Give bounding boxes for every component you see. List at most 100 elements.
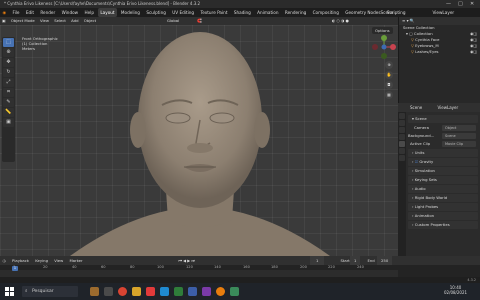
- tab-shading[interactable]: Shading: [231, 8, 253, 17]
- minimize-button[interactable]: —: [446, 0, 451, 8]
- visibility-eye-icon[interactable]: ◉◫: [470, 49, 477, 55]
- transform-icon[interactable]: ⌗: [3, 88, 14, 97]
- menu-select[interactable]: Select: [52, 17, 68, 25]
- tab-uv-editing[interactable]: UV Editing: [170, 8, 197, 17]
- timeline-track[interactable]: [0, 270, 398, 277]
- section-simulation[interactable]: › Simulation: [408, 167, 478, 175]
- section-custom-properties[interactable]: › Custom Properties: [408, 221, 478, 229]
- maximize-button[interactable]: □: [458, 0, 463, 8]
- pan-hand-icon[interactable]: ✋: [385, 71, 393, 79]
- windows-start-icon[interactable]: [5, 287, 14, 296]
- tab-rendering[interactable]: Rendering: [282, 8, 308, 17]
- timeline-editor-icon[interactable]: ◷: [0, 256, 8, 265]
- collection-icon: ▾ ▢: [406, 31, 414, 36]
- properties-header: Scene ViewLayer: [398, 103, 480, 112]
- menu-view[interactable]: View: [38, 17, 51, 25]
- task-view-icon[interactable]: [90, 287, 99, 296]
- end-field[interactable]: 250: [377, 256, 393, 265]
- file-explorer-icon[interactable]: [104, 287, 113, 296]
- section-gravity[interactable]: › ☑ Gravity: [408, 158, 478, 166]
- app-icon[interactable]: [174, 287, 183, 296]
- tab-modeling[interactable]: Modeling: [118, 8, 142, 17]
- 3d-viewport[interactable]: Options Front Orthographic (1) Collectio…: [0, 25, 398, 256]
- outliner-row-lashes[interactable]: ▽ Lashes/Eyes ◉◫: [399, 49, 480, 55]
- close-button[interactable]: ✕: [470, 0, 474, 8]
- output-tab-icon[interactable]: [399, 127, 405, 133]
- section-scene[interactable]: ▾ Scene: [408, 115, 478, 123]
- select-box-icon[interactable]: ⬚: [3, 38, 14, 47]
- editor-type-icon[interactable]: ▣: [0, 17, 8, 25]
- scale-icon[interactable]: ⤢: [3, 78, 14, 87]
- taskbar-search-input[interactable]: ⌕ Pesquisar: [22, 286, 78, 297]
- app-icon[interactable]: [202, 287, 211, 296]
- menu-add[interactable]: Add: [69, 17, 80, 25]
- camera-icon[interactable]: ◘: [385, 81, 393, 89]
- section-light-probes[interactable]: › Light Probes: [408, 203, 478, 211]
- tab-animation[interactable]: Animation: [255, 8, 281, 17]
- section-keying-sets[interactable]: › Keying Sets: [408, 176, 478, 184]
- mail-icon[interactable]: [146, 287, 155, 296]
- view-layer-tab-icon[interactable]: [399, 134, 405, 140]
- version-label: 4.3.2: [467, 278, 476, 282]
- menu-file[interactable]: File: [10, 8, 22, 17]
- chrome-icon[interactable]: [118, 287, 127, 296]
- add-cube-icon[interactable]: ▣: [3, 118, 14, 127]
- camera-field[interactable]: Object: [442, 125, 476, 131]
- playback-controls[interactable]: ⏮ ◀ ▶ ⏭: [176, 256, 197, 265]
- active-clip-field[interactable]: Movie Clip: [442, 141, 476, 147]
- rotate-icon[interactable]: ↻: [3, 68, 14, 77]
- annotate-icon[interactable]: ✎: [3, 98, 14, 107]
- navigation-gizmo[interactable]: [372, 35, 396, 59]
- menu-playback[interactable]: Playback: [10, 256, 32, 265]
- view-layer-selector[interactable]: ViewLayer: [430, 8, 457, 17]
- options-button[interactable]: Options: [372, 27, 393, 34]
- scene-tab-icon[interactable]: [399, 141, 405, 147]
- snap-icon[interactable]: 🧲: [195, 17, 204, 25]
- cursor-icon[interactable]: ⊕: [3, 48, 14, 57]
- scene-selector[interactable]: Scene: [378, 8, 396, 17]
- mode-dropdown[interactable]: Object Mode: [9, 17, 37, 25]
- section-rigid-body-world[interactable]: › Rigid Body World: [408, 194, 478, 202]
- section-units[interactable]: › Units: [408, 149, 478, 157]
- blender-logo-icon[interactable]: ◉: [0, 8, 9, 17]
- collection-tab-icon[interactable]: [399, 155, 405, 161]
- menu-keying[interactable]: Keying: [33, 256, 51, 265]
- tab-geometry-nodes[interactable]: Geometry Nodes: [343, 8, 383, 17]
- window-title: * Cynthia Erivo Likeness [C:\Users\fayhe…: [4, 1, 201, 6]
- background-field[interactable]: Scene: [442, 133, 476, 139]
- app-icon[interactable]: [230, 287, 239, 296]
- start-field[interactable]: 1: [350, 256, 361, 265]
- tool-tab-icon[interactable]: [399, 113, 405, 119]
- timeline-ruler[interactable]: 0 20 40 60 80 100 120 140 160 180 200 22…: [0, 265, 480, 277]
- app-icon[interactable]: [188, 287, 197, 296]
- measure-icon[interactable]: 📏: [3, 108, 14, 117]
- menu-marker[interactable]: Marker: [67, 256, 85, 265]
- menu-view-timeline[interactable]: View: [52, 256, 66, 265]
- menu-edit[interactable]: Edit: [23, 8, 36, 17]
- grid-icon[interactable]: ▦: [385, 91, 393, 99]
- store-icon[interactable]: [160, 287, 169, 296]
- tab-sculpting[interactable]: Sculpting: [144, 8, 169, 17]
- transform-orientation-dropdown[interactable]: Global: [165, 17, 181, 25]
- shading-mode-icons[interactable]: ◐ ○ ◑ ●: [330, 17, 351, 25]
- world-tab-icon[interactable]: [399, 148, 405, 154]
- move-icon[interactable]: ✥: [3, 58, 14, 67]
- playhead[interactable]: 1: [12, 266, 18, 271]
- gravity-checkbox[interactable]: ☑: [415, 159, 418, 164]
- blender-taskbar-icon[interactable]: [216, 287, 225, 296]
- current-frame-field[interactable]: 1: [310, 256, 325, 265]
- render-tab-icon[interactable]: [399, 120, 405, 126]
- tab-compositing[interactable]: Compositing: [310, 8, 341, 17]
- section-audio[interactable]: › Audio: [408, 185, 478, 193]
- tab-texture-paint[interactable]: Texture Paint: [198, 8, 230, 17]
- system-clock[interactable]: 10:40 02/08/2021: [444, 285, 467, 295]
- folder-icon[interactable]: [132, 287, 141, 296]
- menu-render[interactable]: Render: [38, 8, 58, 17]
- tab-layout[interactable]: Layout: [97, 8, 118, 17]
- section-animation[interactable]: › Animation: [408, 212, 478, 220]
- menu-object[interactable]: Object: [82, 17, 98, 25]
- properties-tabs: [398, 112, 406, 256]
- menu-window[interactable]: Window: [59, 8, 81, 17]
- menu-help[interactable]: Help: [82, 8, 97, 17]
- zoom-icon[interactable]: ⊕: [385, 61, 393, 69]
